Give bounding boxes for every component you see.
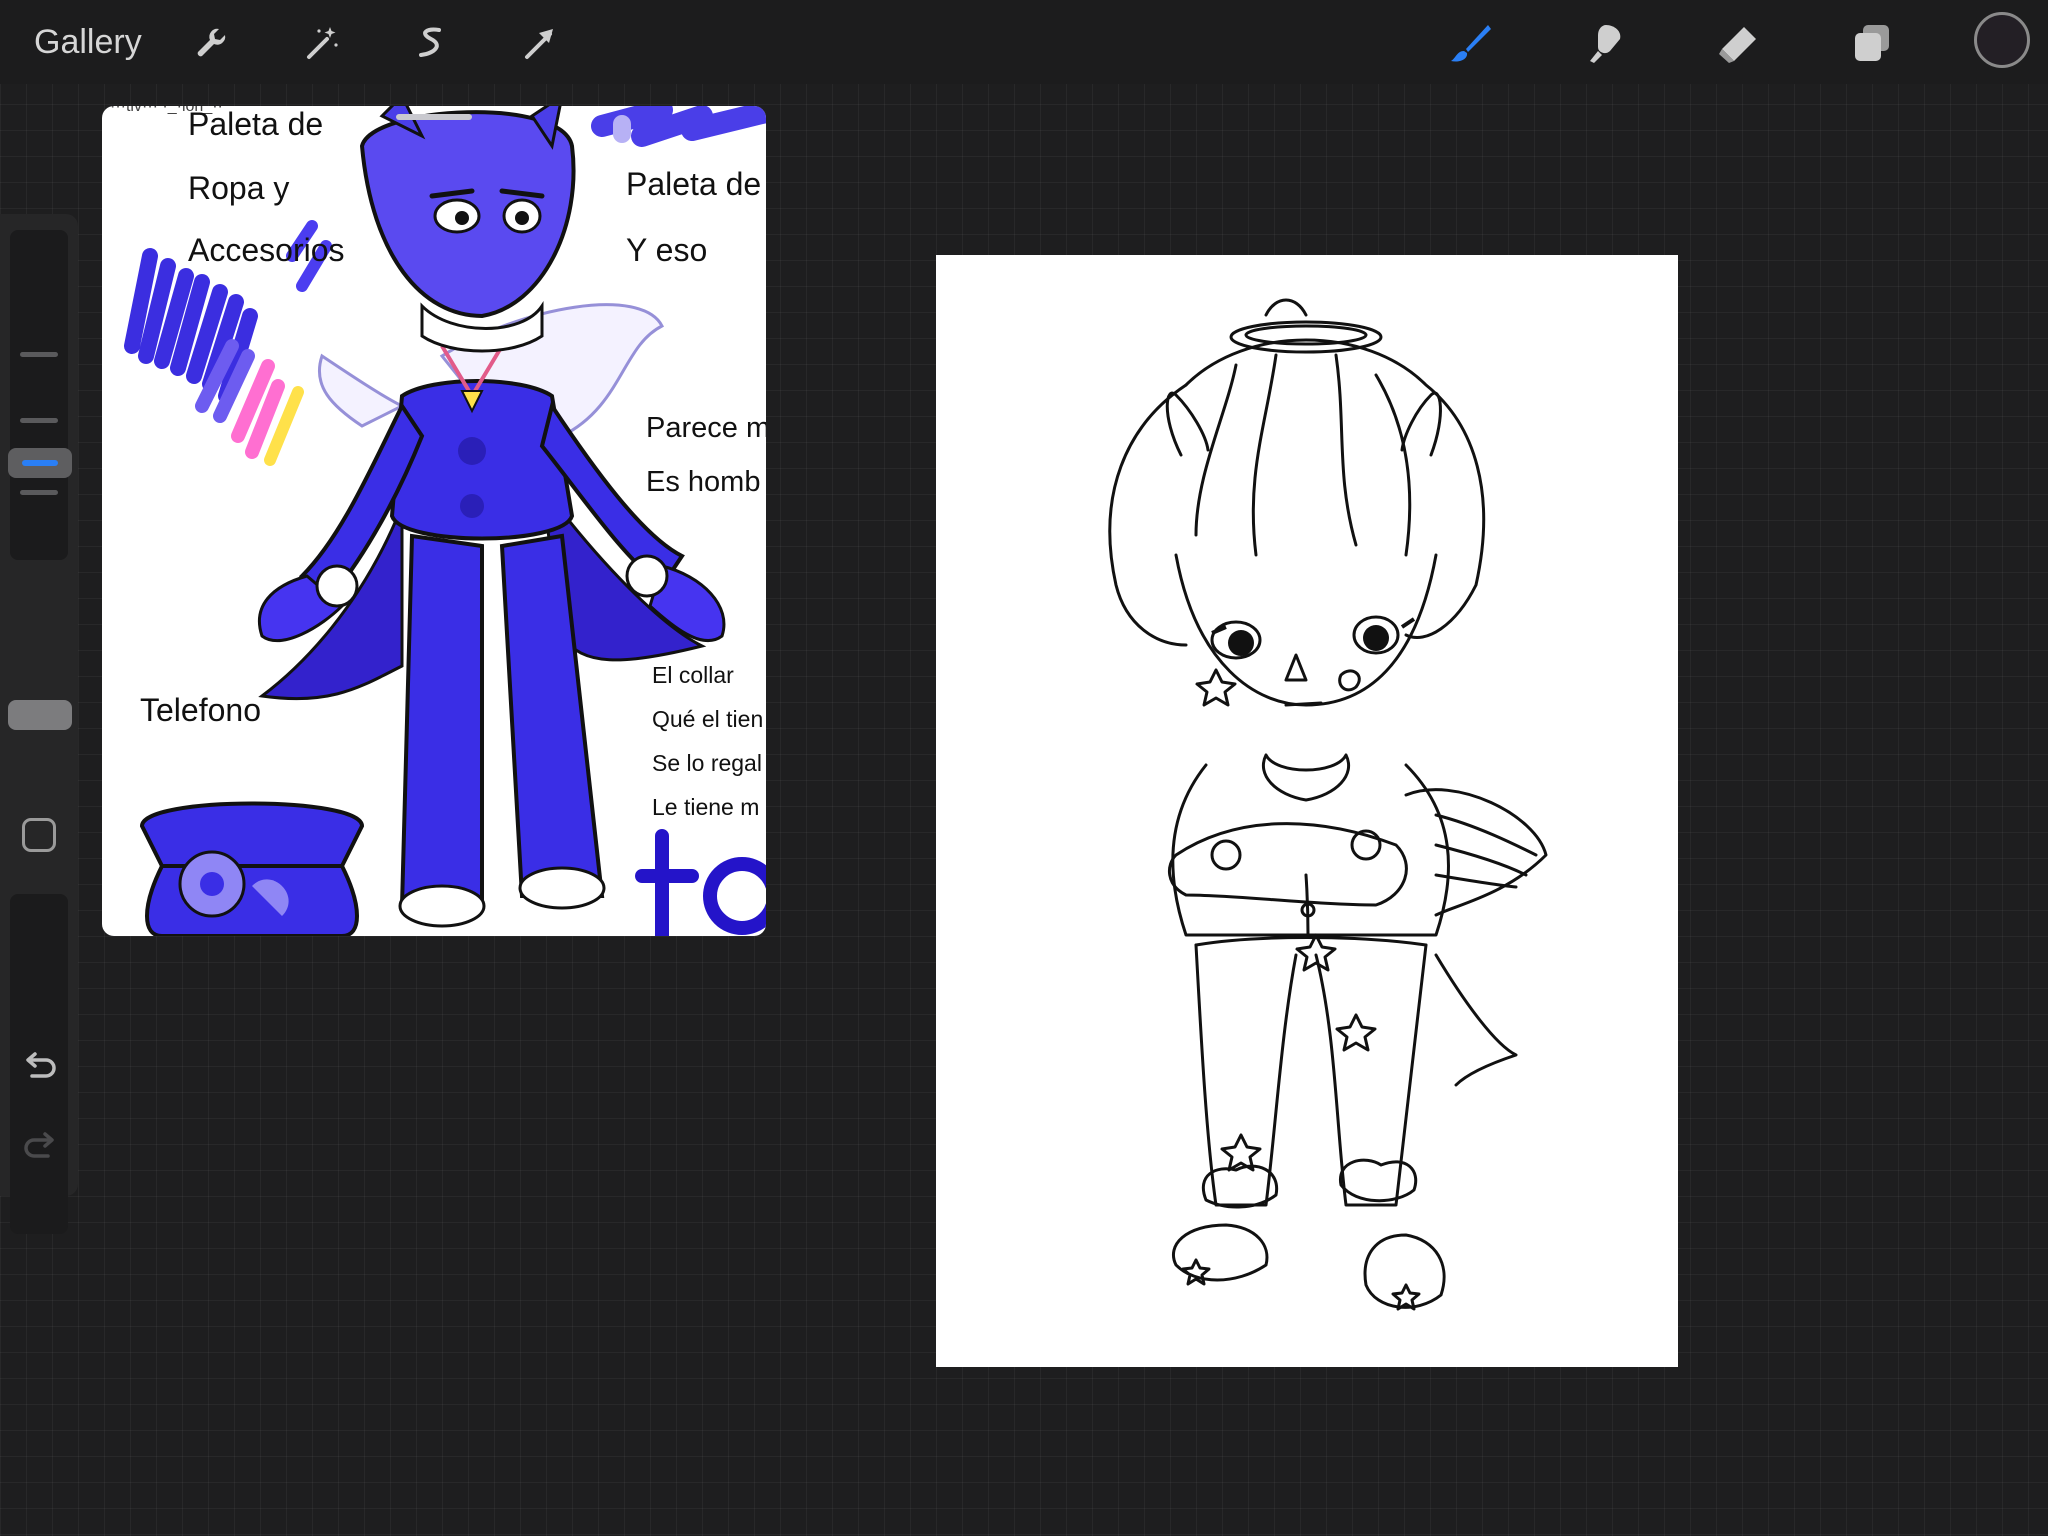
reference-label: Paleta de (626, 166, 762, 202)
slider-tick (20, 352, 58, 357)
reference-label: Parece m (646, 412, 766, 444)
actions-button[interactable] (185, 18, 237, 68)
reference-window[interactable]: ···tiv··· ·_·ion_·· Paleta de Ropa y Acc… (102, 106, 766, 936)
brush-icon (1451, 25, 1491, 62)
reference-label: Es homb (646, 466, 761, 498)
phone-label: Telefono (140, 692, 261, 728)
brush-size-indicator (22, 460, 58, 466)
reference-label: Ropa y (188, 170, 290, 206)
color-picker-button[interactable] (1974, 12, 2030, 68)
gallery-button[interactable]: Gallery (34, 20, 142, 64)
selection-icon (419, 27, 441, 57)
eraser-button[interactable] (1712, 18, 1764, 68)
reference-label: El collar (652, 662, 734, 688)
brush-button[interactable] (1444, 18, 1496, 68)
transform-arrow-icon (525, 29, 553, 59)
reference-label: Accesorios (188, 232, 345, 268)
smudge-icon (1590, 25, 1621, 63)
adjustments-button[interactable] (295, 18, 347, 68)
reference-label: Paleta de (188, 106, 324, 142)
layers-button[interactable] (1846, 18, 1898, 68)
drawing-canvas[interactable] (936, 255, 1678, 1367)
window-drag-handle[interactable] (396, 114, 472, 120)
brush-size-slider[interactable] (10, 230, 68, 560)
reference-label: Y eso (626, 232, 708, 268)
redo-icon[interactable] (20, 1126, 60, 1166)
opacity-handle[interactable] (8, 700, 72, 730)
reference-label: Le tiene m (652, 794, 760, 820)
transform-button[interactable] (513, 18, 565, 68)
selection-button[interactable] (405, 18, 457, 68)
eraser-icon (1719, 27, 1756, 63)
smudge-button[interactable] (1578, 18, 1630, 68)
modify-button[interactable] (22, 818, 56, 852)
brush-size-handle[interactable] (8, 448, 72, 478)
undo-icon[interactable] (20, 1046, 60, 1086)
reference-label: Se lo regal (652, 750, 762, 776)
slider-tick (20, 418, 58, 423)
lineart-drawing (1108, 298, 1548, 1311)
slider-tick (20, 490, 58, 495)
wrench-icon (197, 28, 226, 57)
layers-icon (1855, 25, 1889, 61)
reference-label: Qué el tien (652, 706, 764, 732)
sidebar (0, 214, 78, 1234)
magic-wand-icon (307, 27, 338, 59)
